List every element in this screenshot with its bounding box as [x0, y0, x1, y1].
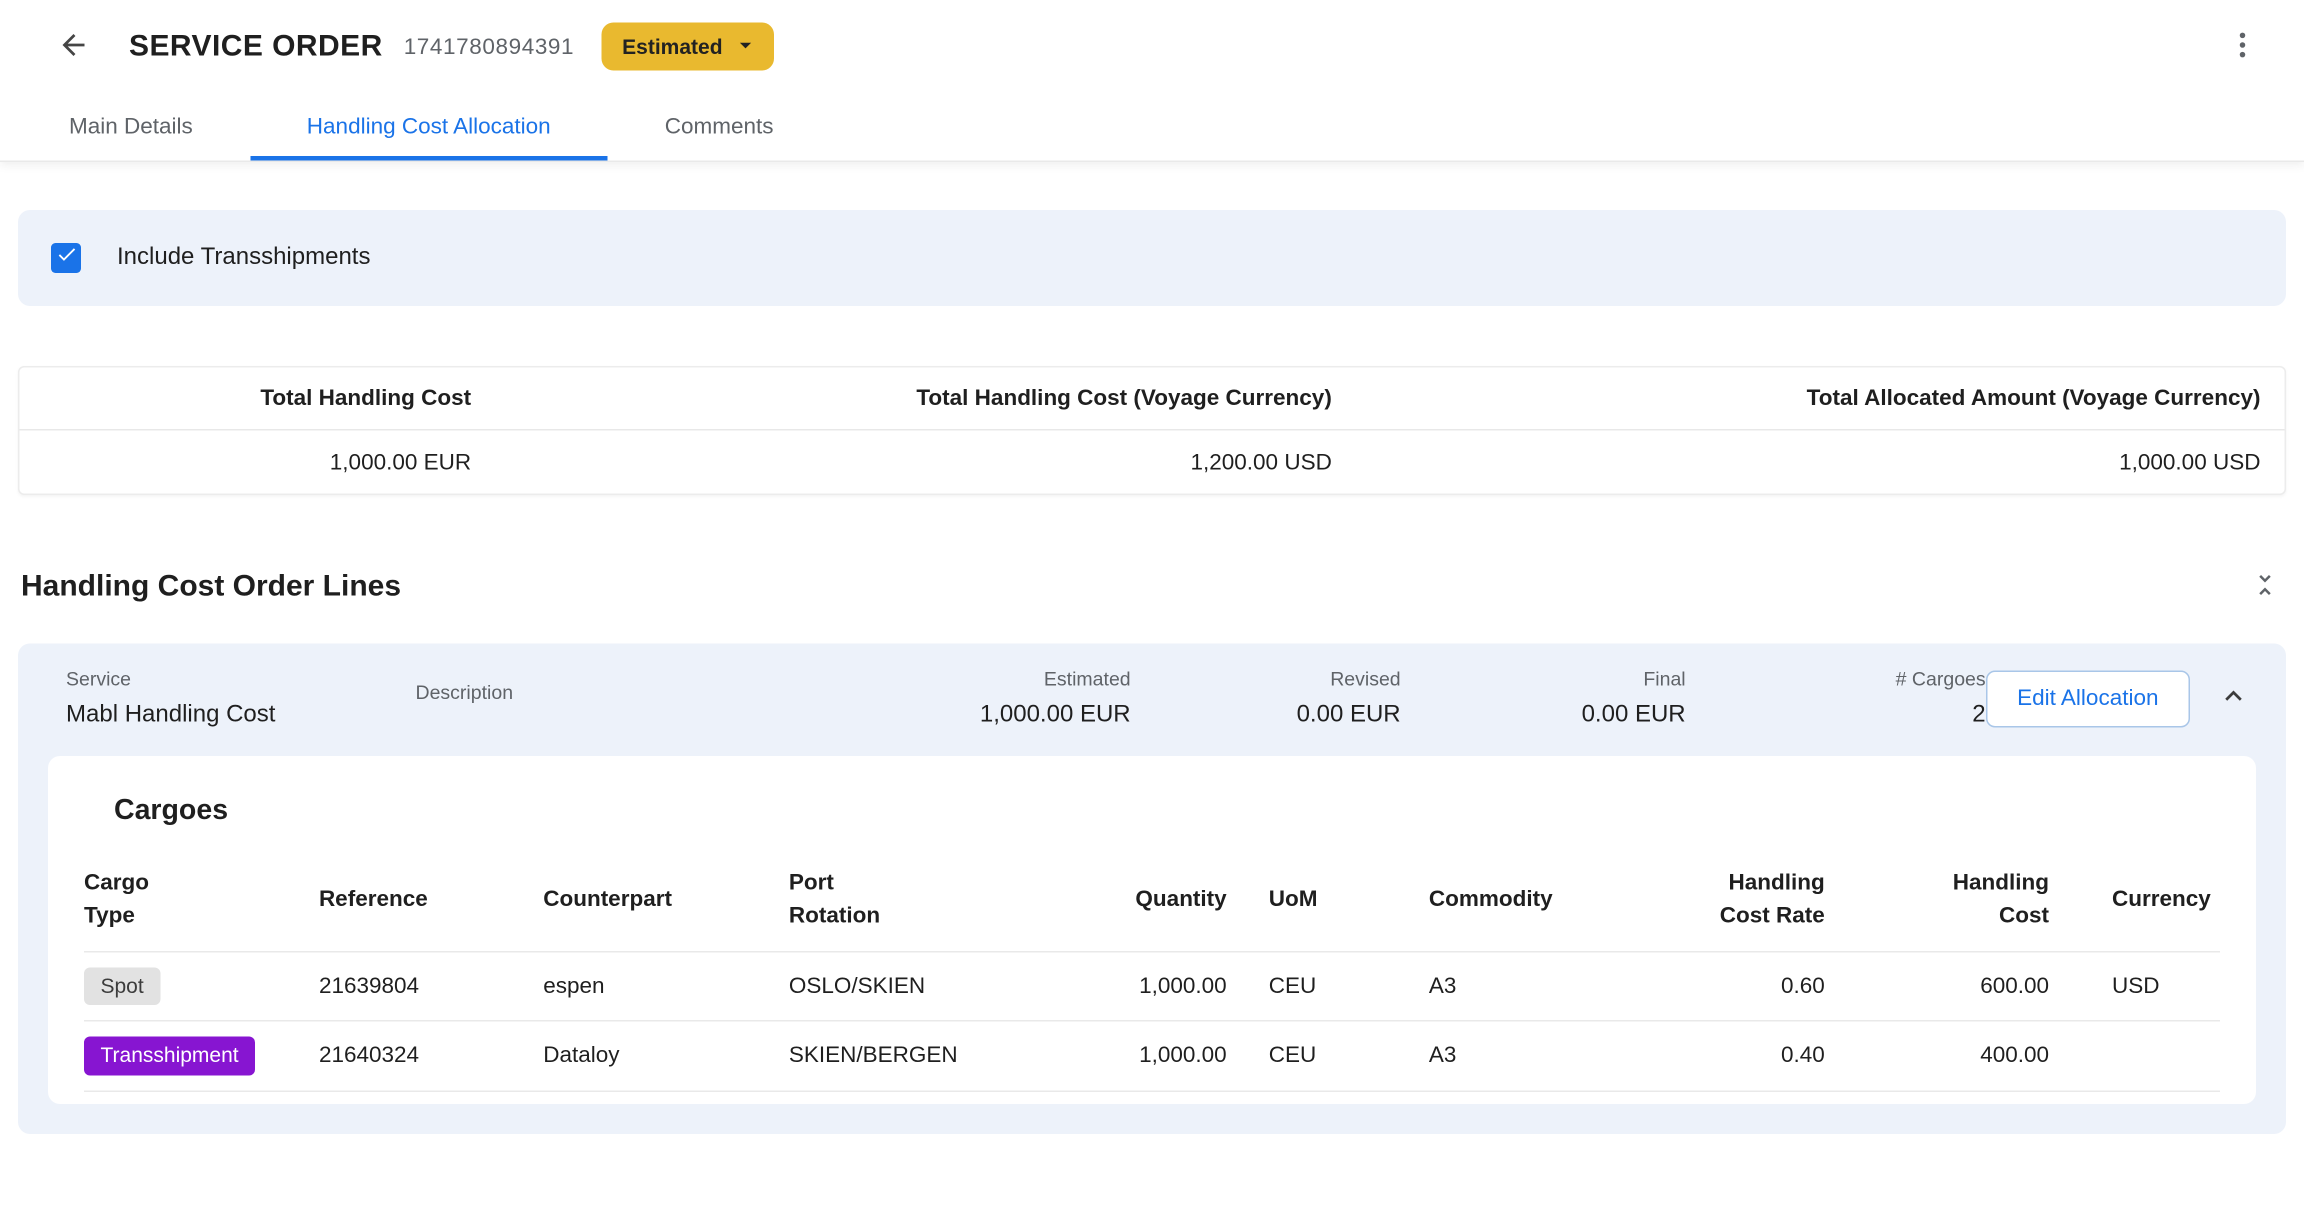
- topbar: SERVICE ORDER 1741780894391 Estimated: [0, 0, 2304, 93]
- chevron-up-icon: [2217, 680, 2250, 718]
- order-line-card: Service Mabl Handling Cost Description E…: [18, 644, 2286, 1134]
- total-allocated-amount-value: 1,000.00 USD: [1356, 449, 2285, 475]
- cargoes-table: Cargo Type Reference Counterpart Port Ro…: [84, 858, 2220, 1091]
- port-rotation-cell: OSLO/SKIEN: [789, 951, 1088, 1021]
- service-order-header: SERVICE ORDER 1741780894391 Estimated Ma…: [0, 0, 2304, 162]
- include-transshipments-label: Include Transshipments: [117, 245, 370, 272]
- reference-cell: 21640324: [319, 1021, 543, 1091]
- handling-cost-cell: 400.00: [1825, 1021, 2049, 1091]
- port-rotation-cell: SKIEN/BERGEN: [789, 1021, 1088, 1091]
- uom-cell: CEU: [1227, 1021, 1387, 1091]
- revised-column: Revised 0.00 EUR: [1131, 668, 1401, 730]
- commodity-cell: A3: [1387, 1021, 1601, 1091]
- description-column: Description: [416, 681, 951, 716]
- counterpart-cell: espen: [543, 951, 789, 1021]
- back-button[interactable]: [51, 22, 96, 72]
- tab-bar: Main Details Handling Cost Allocation Co…: [0, 93, 2304, 161]
- quantity-cell: 1,000.00: [1088, 1021, 1227, 1091]
- caret-down-icon: [732, 31, 759, 63]
- reference-cell: 21639804: [319, 951, 543, 1021]
- total-handling-cost-voyage-value: 1,200.00 USD: [495, 449, 1356, 475]
- final-label: Final: [1401, 668, 1686, 691]
- col-currency: Currency: [2049, 858, 2220, 951]
- currency-cell: USD: [2049, 951, 2220, 1021]
- cargo-row: Spot 21639804 espen OSLO/SKIEN 1,000.00 …: [84, 951, 2220, 1021]
- main-content: Include Transshipments Total Handling Co…: [0, 210, 2304, 1133]
- estimated-label: Estimated: [951, 668, 1131, 691]
- col-handling-cost-rate: Handling Cost Rate: [1600, 858, 1824, 951]
- col-reference: Reference: [319, 858, 543, 951]
- status-chip-label: Estimated: [622, 35, 722, 59]
- service-value: Mabl Handling Cost: [66, 702, 416, 729]
- cargo-count-column: # Cargoes 2: [1686, 668, 1986, 730]
- col-port-rotation: Port Rotation: [789, 858, 1088, 951]
- total-handling-cost-voyage-header: Total Handling Cost (Voyage Currency): [495, 386, 1356, 412]
- counterpart-cell: Dataloy: [543, 1021, 789, 1091]
- status-chip-dropdown[interactable]: Estimated: [601, 23, 773, 71]
- handling-cost-cell: 600.00: [1825, 951, 2049, 1021]
- total-handling-cost-header: Total Handling Cost: [20, 386, 496, 412]
- totals-values-row: 1,000.00 EUR 1,200.00 USD 1,000.00 USD: [20, 431, 2285, 494]
- overflow-menu-button[interactable]: [2220, 22, 2265, 72]
- description-label: Description: [416, 681, 951, 704]
- totals-card: Total Handling Cost Total Handling Cost …: [18, 366, 2286, 495]
- cargoes-title: Cargoes: [84, 795, 2220, 828]
- final-value: 0.00 EUR: [1401, 702, 1686, 729]
- cargo-count-value: 2: [1686, 702, 1986, 729]
- totals-header-row: Total Handling Cost Total Handling Cost …: [20, 368, 2285, 431]
- cargo-row: Transshipment 21640324 Dataloy SKIEN/BER…: [84, 1021, 2220, 1091]
- service-label: Service: [66, 668, 416, 691]
- estimated-value: 1,000.00 EUR: [951, 702, 1131, 729]
- edit-allocation-button[interactable]: Edit Allocation: [1986, 670, 2190, 727]
- col-commodity: Commodity: [1387, 858, 1601, 951]
- total-handling-cost-value: 1,000.00 EUR: [20, 449, 496, 475]
- revised-label: Revised: [1131, 668, 1401, 691]
- commodity-cell: A3: [1387, 951, 1601, 1021]
- cargo-type-cell: Spot: [84, 951, 319, 1021]
- tab-comments[interactable]: Comments: [608, 93, 831, 161]
- col-cargo-type: Cargo Type: [84, 858, 319, 951]
- transshipment-badge: Transshipment: [84, 1037, 255, 1075]
- spot-badge: Spot: [84, 967, 160, 1005]
- cargoes-header-row: Cargo Type Reference Counterpart Port Ro…: [84, 858, 2220, 951]
- tab-main-details[interactable]: Main Details: [12, 93, 250, 161]
- unfold-less-icon: [2250, 570, 2280, 605]
- revised-value: 0.00 EUR: [1131, 702, 1401, 729]
- kebab-vertical-icon: [2226, 28, 2259, 66]
- tab-handling-cost-allocation[interactable]: Handling Cost Allocation: [250, 93, 608, 161]
- currency-cell: [2049, 1021, 2220, 1091]
- estimated-column: Estimated 1,000.00 EUR: [951, 668, 1131, 730]
- collapse-all-button[interactable]: [2244, 564, 2286, 611]
- quantity-cell: 1,000.00: [1088, 951, 1227, 1021]
- total-allocated-amount-header: Total Allocated Amount (Voyage Currency): [1356, 386, 2285, 412]
- cargo-type-cell: Transshipment: [84, 1021, 319, 1091]
- col-handling-cost: Handling Cost: [1825, 858, 2049, 951]
- order-lines-section-title: Handling Cost Order Lines: [21, 570, 401, 605]
- col-uom: UoM: [1227, 858, 1387, 951]
- cargo-count-label: # Cargoes: [1686, 668, 1986, 691]
- handling-cost-rate-cell: 0.40: [1600, 1021, 1824, 1091]
- arrow-left-icon: [57, 28, 90, 66]
- order-number: 1741780894391: [404, 34, 574, 60]
- col-quantity: Quantity: [1088, 858, 1227, 951]
- col-counterpart: Counterpart: [543, 858, 789, 951]
- include-transshipments-checkbox[interactable]: [51, 243, 81, 273]
- cargoes-card: Cargoes Cargo Type Reference Counterpart…: [48, 756, 2256, 1103]
- order-lines-section-header: Handling Cost Order Lines: [18, 564, 2286, 611]
- service-column: Service Mabl Handling Cost: [48, 668, 416, 730]
- uom-cell: CEU: [1227, 951, 1387, 1021]
- check-icon: [55, 243, 78, 273]
- page-title: SERVICE ORDER: [129, 29, 383, 64]
- page: SERVICE ORDER 1741780894391 Estimated Ma…: [0, 0, 2304, 1206]
- collapse-line-button[interactable]: [2211, 674, 2256, 724]
- handling-cost-rate-cell: 0.60: [1600, 951, 1824, 1021]
- include-transshipments-panel: Include Transshipments: [18, 210, 2286, 306]
- final-column: Final 0.00 EUR: [1401, 668, 1686, 730]
- order-line-summary-row: Service Mabl Handling Cost Description E…: [48, 668, 2256, 730]
